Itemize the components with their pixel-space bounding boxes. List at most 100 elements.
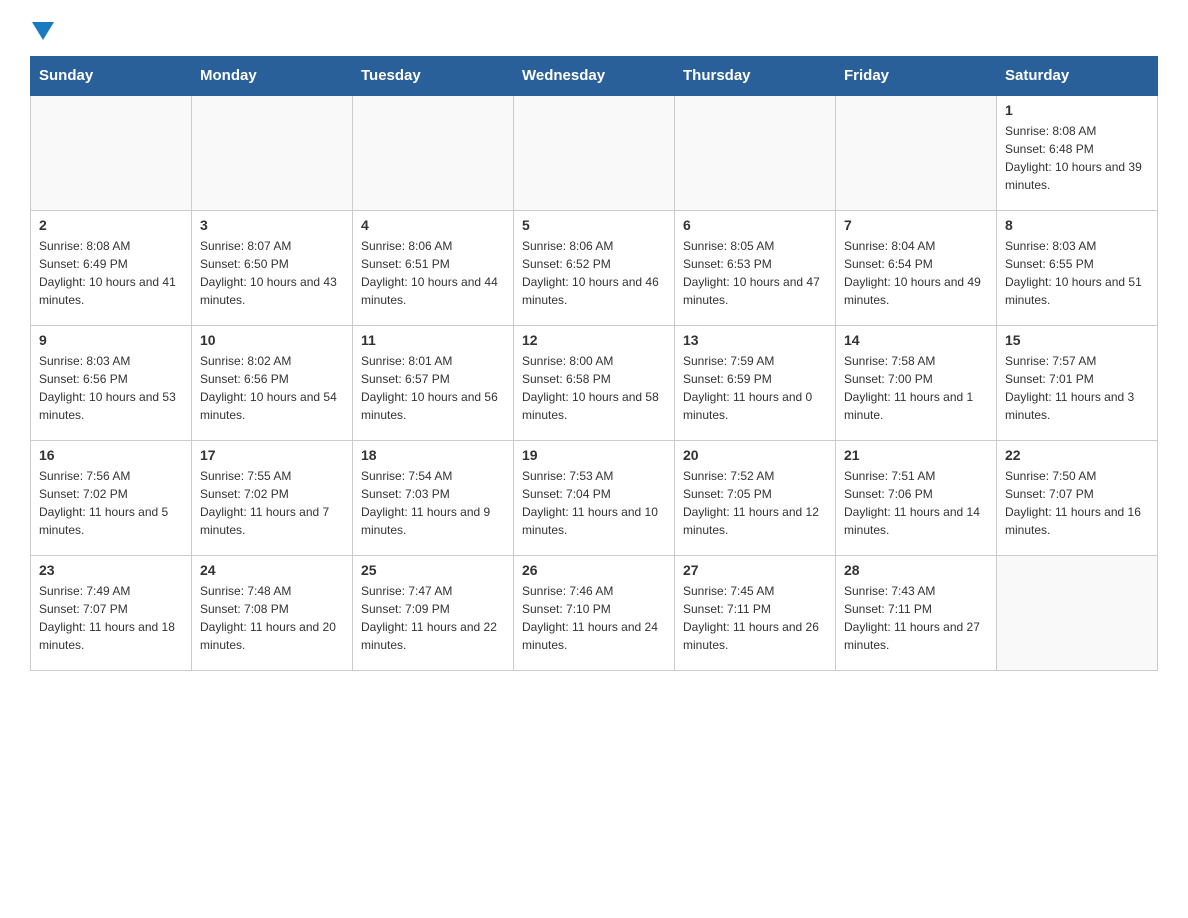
calendar-cell: 11Sunrise: 8:01 AMSunset: 6:57 PMDayligh…	[353, 325, 514, 440]
sunset-text: Sunset: 6:52 PM	[522, 255, 666, 273]
day-info: Sunrise: 7:52 AMSunset: 7:05 PMDaylight:…	[683, 467, 827, 539]
daylight-text: Daylight: 11 hours and 3 minutes.	[1005, 388, 1149, 424]
sunrise-text: Sunrise: 8:02 AM	[200, 352, 344, 370]
calendar-table: SundayMondayTuesdayWednesdayThursdayFrid…	[30, 56, 1158, 671]
weekday-header-monday: Monday	[192, 57, 353, 96]
day-number: 18	[361, 447, 505, 463]
sunset-text: Sunset: 7:07 PM	[1005, 485, 1149, 503]
sunset-text: Sunset: 6:51 PM	[361, 255, 505, 273]
daylight-text: Daylight: 10 hours and 41 minutes.	[39, 273, 183, 309]
calendar-cell: 2Sunrise: 8:08 AMSunset: 6:49 PMDaylight…	[31, 210, 192, 325]
day-number: 2	[39, 217, 183, 233]
daylight-text: Daylight: 10 hours and 54 minutes.	[200, 388, 344, 424]
daylight-text: Daylight: 11 hours and 5 minutes.	[39, 503, 183, 539]
calendar-cell	[675, 95, 836, 210]
calendar-cell: 26Sunrise: 7:46 AMSunset: 7:10 PMDayligh…	[514, 555, 675, 670]
day-info: Sunrise: 8:05 AMSunset: 6:53 PMDaylight:…	[683, 237, 827, 309]
sunrise-text: Sunrise: 8:08 AM	[1005, 122, 1149, 140]
calendar-cell: 14Sunrise: 7:58 AMSunset: 7:00 PMDayligh…	[836, 325, 997, 440]
day-info: Sunrise: 7:57 AMSunset: 7:01 PMDaylight:…	[1005, 352, 1149, 424]
daylight-text: Daylight: 11 hours and 0 minutes.	[683, 388, 827, 424]
calendar-cell: 28Sunrise: 7:43 AMSunset: 7:11 PMDayligh…	[836, 555, 997, 670]
sunrise-text: Sunrise: 7:57 AM	[1005, 352, 1149, 370]
daylight-text: Daylight: 11 hours and 26 minutes.	[683, 618, 827, 654]
day-number: 17	[200, 447, 344, 463]
calendar-header: SundayMondayTuesdayWednesdayThursdayFrid…	[31, 57, 1158, 96]
sunset-text: Sunset: 7:05 PM	[683, 485, 827, 503]
daylight-text: Daylight: 11 hours and 20 minutes.	[200, 618, 344, 654]
daylight-text: Daylight: 10 hours and 47 minutes.	[683, 273, 827, 309]
day-info: Sunrise: 7:50 AMSunset: 7:07 PMDaylight:…	[1005, 467, 1149, 539]
day-info: Sunrise: 7:58 AMSunset: 7:00 PMDaylight:…	[844, 352, 988, 424]
calendar-cell: 24Sunrise: 7:48 AMSunset: 7:08 PMDayligh…	[192, 555, 353, 670]
calendar-cell: 10Sunrise: 8:02 AMSunset: 6:56 PMDayligh…	[192, 325, 353, 440]
sunrise-text: Sunrise: 7:53 AM	[522, 467, 666, 485]
daylight-text: Daylight: 10 hours and 43 minutes.	[200, 273, 344, 309]
daylight-text: Daylight: 11 hours and 14 minutes.	[844, 503, 988, 539]
weekday-header-saturday: Saturday	[997, 57, 1158, 96]
sunset-text: Sunset: 6:56 PM	[200, 370, 344, 388]
sunset-text: Sunset: 6:54 PM	[844, 255, 988, 273]
sunset-text: Sunset: 7:07 PM	[39, 600, 183, 618]
weekday-header-sunday: Sunday	[31, 57, 192, 96]
day-info: Sunrise: 7:56 AMSunset: 7:02 PMDaylight:…	[39, 467, 183, 539]
calendar-week-4: 16Sunrise: 7:56 AMSunset: 7:02 PMDayligh…	[31, 440, 1158, 555]
day-number: 5	[522, 217, 666, 233]
day-number: 21	[844, 447, 988, 463]
day-info: Sunrise: 7:49 AMSunset: 7:07 PMDaylight:…	[39, 582, 183, 654]
day-info: Sunrise: 7:53 AMSunset: 7:04 PMDaylight:…	[522, 467, 666, 539]
day-number: 3	[200, 217, 344, 233]
calendar-cell: 21 Sunrise: 7:51 AMSunset: 7:06 PMDayligh…	[836, 440, 997, 555]
daylight-text: Daylight: 11 hours and 24 minutes.	[522, 618, 666, 654]
calendar-cell	[31, 95, 192, 210]
day-number: 22	[1005, 447, 1149, 463]
sunrise-text: Sunrise: 7:45 AM	[683, 582, 827, 600]
sunset-text: Sunset: 7:06 PM	[844, 485, 988, 503]
sunrise-text: Sunrise: 7:47 AM	[361, 582, 505, 600]
sunset-text: Sunset: 6:53 PM	[683, 255, 827, 273]
daylight-text: Daylight: 11 hours and 10 minutes.	[522, 503, 666, 539]
day-number: 28	[844, 562, 988, 578]
sunrise-text: Sunrise: 7:48 AM	[200, 582, 344, 600]
sunrise-text: Sunrise: 8:03 AM	[1005, 237, 1149, 255]
day-number: 15	[1005, 332, 1149, 348]
sunrise-text: Sunrise: 8:05 AM	[683, 237, 827, 255]
day-number: 1	[1005, 102, 1149, 118]
sunrise-text: Sunrise: 7:52 AM	[683, 467, 827, 485]
calendar-body: 1Sunrise: 8:08 AMSunset: 6:48 PMDaylight…	[31, 95, 1158, 670]
calendar-cell: 15 Sunrise: 7:57 AMSunset: 7:01 PMDayligh…	[997, 325, 1158, 440]
sunrise-text: Sunrise: 7:50 AM	[1005, 467, 1149, 485]
sunset-text: Sunset: 7:11 PM	[844, 600, 988, 618]
calendar-cell: 25Sunrise: 7:47 AMSunset: 7:09 PMDayligh…	[353, 555, 514, 670]
calendar-cell: 6Sunrise: 8:05 AMSunset: 6:53 PMDaylight…	[675, 210, 836, 325]
weekday-header-friday: Friday	[836, 57, 997, 96]
sunrise-text: Sunrise: 7:43 AM	[844, 582, 988, 600]
sunset-text: Sunset: 6:58 PM	[522, 370, 666, 388]
day-number: 25	[361, 562, 505, 578]
daylight-text: Daylight: 10 hours and 53 minutes.	[39, 388, 183, 424]
day-number: 19	[522, 447, 666, 463]
daylight-text: Daylight: 10 hours and 58 minutes.	[522, 388, 666, 424]
daylight-text: Daylight: 11 hours and 18 minutes.	[39, 618, 183, 654]
day-info: Sunrise: 8:03 AMSunset: 6:55 PMDaylight:…	[1005, 237, 1149, 309]
daylight-text: Daylight: 10 hours and 51 minutes.	[1005, 273, 1149, 309]
logo-triangle-icon	[32, 22, 54, 40]
weekday-header-wednesday: Wednesday	[514, 57, 675, 96]
daylight-text: Daylight: 11 hours and 22 minutes.	[361, 618, 505, 654]
day-number: 27	[683, 562, 827, 578]
sunrise-text: Sunrise: 7:51 AM	[844, 467, 988, 485]
sunrise-text: Sunrise: 8:01 AM	[361, 352, 505, 370]
daylight-text: Daylight: 10 hours and 49 minutes.	[844, 273, 988, 309]
sunset-text: Sunset: 6:50 PM	[200, 255, 344, 273]
sunrise-text: Sunrise: 8:08 AM	[39, 237, 183, 255]
day-number: 24	[200, 562, 344, 578]
day-number: 4	[361, 217, 505, 233]
calendar-week-1: 1Sunrise: 8:08 AMSunset: 6:48 PMDaylight…	[31, 95, 1158, 210]
calendar-week-2: 2Sunrise: 8:08 AMSunset: 6:49 PMDaylight…	[31, 210, 1158, 325]
sunset-text: Sunset: 7:01 PM	[1005, 370, 1149, 388]
sunset-text: Sunset: 6:48 PM	[1005, 140, 1149, 158]
calendar-cell	[997, 555, 1158, 670]
calendar-cell: 9Sunrise: 8:03 AMSunset: 6:56 PMDaylight…	[31, 325, 192, 440]
day-number: 9	[39, 332, 183, 348]
daylight-text: Daylight: 11 hours and 1 minute.	[844, 388, 988, 424]
